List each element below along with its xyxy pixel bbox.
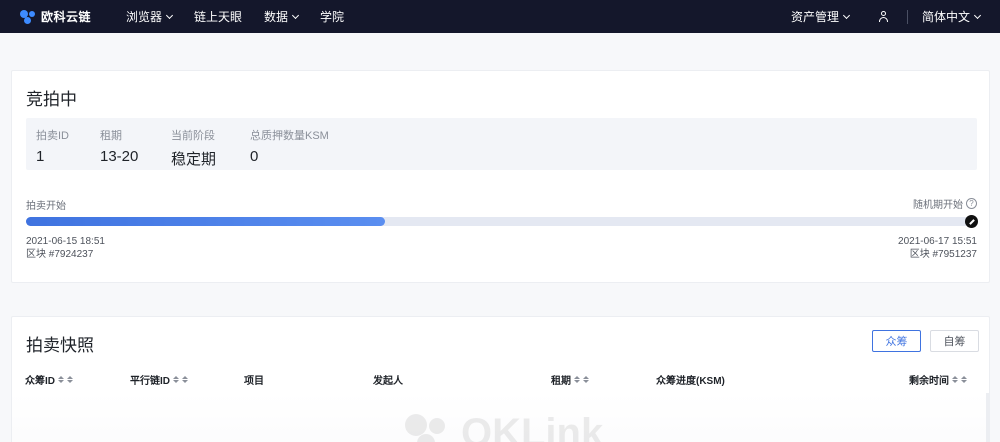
- nav-item-data[interactable]: 数据: [264, 8, 300, 25]
- info-auction-id: 拍卖ID 1: [36, 127, 69, 165]
- random-phase-start: 随机期开始 ?: [913, 196, 977, 211]
- auction-start-info: 2021-06-15 18:51 区块 #7924237: [26, 235, 105, 261]
- user-icon[interactable]: [877, 10, 891, 24]
- brand-logo[interactable]: 欧科云链: [20, 8, 110, 25]
- col-lease-period[interactable]: 租期: [551, 372, 589, 387]
- col-crowdloan-id[interactable]: 众筹ID: [25, 372, 73, 387]
- sort-icon[interactable]: [952, 376, 958, 383]
- auction-info-panel: 拍卖ID 1 租期 13-20 当前阶段 稳定期 总质押数量KSM 0: [26, 118, 977, 170]
- asset-management-menu[interactable]: 资产管理: [790, 8, 851, 25]
- info-label: 拍卖ID: [36, 130, 69, 142]
- nav-item-label: 浏览器: [126, 10, 163, 24]
- col-label: 项目: [244, 376, 264, 387]
- col-parachain-id[interactable]: 平行链ID: [130, 372, 188, 387]
- col-label: 众筹ID: [25, 376, 55, 387]
- table-scrollbar[interactable]: [986, 393, 989, 442]
- nav-item-browser[interactable]: 浏览器: [126, 8, 174, 25]
- top-navbar: 欧科云链 浏览器 链上天眼 数据 学院 资产管理 简体中文: [0, 0, 1000, 33]
- info-value: 0: [250, 148, 259, 165]
- question-circle-icon[interactable]: ?: [966, 198, 977, 209]
- sort-icon[interactable]: [173, 376, 179, 383]
- asset-management-label: 资产管理: [790, 10, 839, 24]
- info-lease-period: 租期 13-20: [100, 127, 138, 165]
- sort-icon[interactable]: [182, 376, 188, 383]
- info-label: 租期: [100, 130, 122, 142]
- oklink-logo-icon: [405, 413, 455, 442]
- progress-end-marker-icon: [965, 215, 978, 228]
- info-value: 13-20: [100, 148, 139, 165]
- sort-icon[interactable]: [58, 376, 64, 383]
- oklink-watermark: OKLink: [405, 411, 603, 442]
- end-time: 2021-06-17 15:51: [898, 236, 977, 247]
- random-phase-label: 随机期开始: [913, 200, 963, 211]
- nav-item-label: 链上天眼: [194, 10, 243, 24]
- col-label: 发起人: [373, 376, 403, 387]
- nav-item-label: 数据: [264, 10, 289, 24]
- main-nav: 浏览器 链上天眼 数据 学院: [126, 8, 366, 25]
- auction-progress-fill: [26, 217, 385, 226]
- info-value: 1: [36, 148, 45, 165]
- col-label: 平行链ID: [130, 376, 170, 387]
- col-label: 租期: [551, 376, 571, 387]
- info-value: 稳定期: [171, 151, 217, 168]
- snapshot-title: 拍卖快照: [26, 336, 94, 355]
- auction-snapshot-card: 拍卖快照 众筹 自筹 众筹ID 平行链ID 项目 发起人 租期 众筹进度(KSM…: [11, 316, 990, 442]
- nav-right: 资产管理 简体中文: [790, 8, 982, 25]
- nav-item-onchain-eye[interactable]: 链上天眼: [194, 8, 242, 25]
- sort-icon[interactable]: [961, 376, 967, 383]
- info-label: 总质押数量KSM: [250, 130, 329, 142]
- snapshot-table-body: OKLink: [12, 393, 989, 442]
- sort-icon[interactable]: [67, 376, 73, 383]
- info-current-stage: 当前阶段 稳定期: [171, 127, 216, 169]
- snapshot-table-header: 众筹ID 平行链ID 项目 发起人 租期 众筹进度(KSM) 剩余时间: [12, 369, 989, 389]
- brand-logo-icon: [20, 9, 36, 24]
- col-label: 剩余时间: [909, 376, 949, 387]
- start-block: 区块 #7924237: [26, 249, 94, 260]
- col-crowdloan-progress: 众筹进度(KSM): [656, 372, 725, 387]
- end-block: 区块 #7951237: [909, 249, 977, 260]
- chevron-down-icon: [165, 11, 174, 19]
- info-total-staked: 总质押数量KSM 0: [250, 127, 329, 165]
- auction-start-label: 拍卖开始: [26, 201, 66, 212]
- nav-item-label: 学院: [320, 10, 345, 24]
- nav-item-academy[interactable]: 学院: [320, 8, 344, 25]
- sort-icon[interactable]: [583, 376, 589, 383]
- sort-icon[interactable]: [574, 376, 580, 383]
- nav-divider: [906, 9, 908, 24]
- info-label: 当前阶段: [171, 130, 215, 142]
- chevron-down-icon: [973, 11, 982, 19]
- chevron-down-icon: [292, 11, 300, 19]
- col-project: 项目: [244, 372, 264, 387]
- start-time: 2021-06-15 18:51: [26, 236, 105, 247]
- auction-progress-bar: [26, 217, 970, 226]
- watermark-text: OKLink: [461, 411, 604, 442]
- col-remaining-time[interactable]: 剩余时间: [909, 372, 967, 387]
- col-initiator: 发起人: [373, 372, 403, 387]
- tab-self-funded[interactable]: 自筹: [930, 330, 979, 352]
- auction-end-info: 2021-06-17 15:51 区块 #7951237: [898, 235, 977, 261]
- auction-status-card: 竞拍中 拍卖ID 1 租期 13-20 当前阶段 稳定期 总质押数量KSM 0 …: [11, 70, 990, 283]
- auction-title: 竞拍中: [26, 90, 77, 109]
- brand-name: 欧科云链: [41, 10, 92, 24]
- chevron-down-icon: [842, 11, 851, 19]
- col-label: 众筹进度(KSM): [656, 376, 725, 387]
- language-selector[interactable]: 简体中文: [921, 8, 982, 25]
- tab-crowdloan[interactable]: 众筹: [872, 330, 921, 352]
- language-label: 简体中文: [921, 10, 970, 24]
